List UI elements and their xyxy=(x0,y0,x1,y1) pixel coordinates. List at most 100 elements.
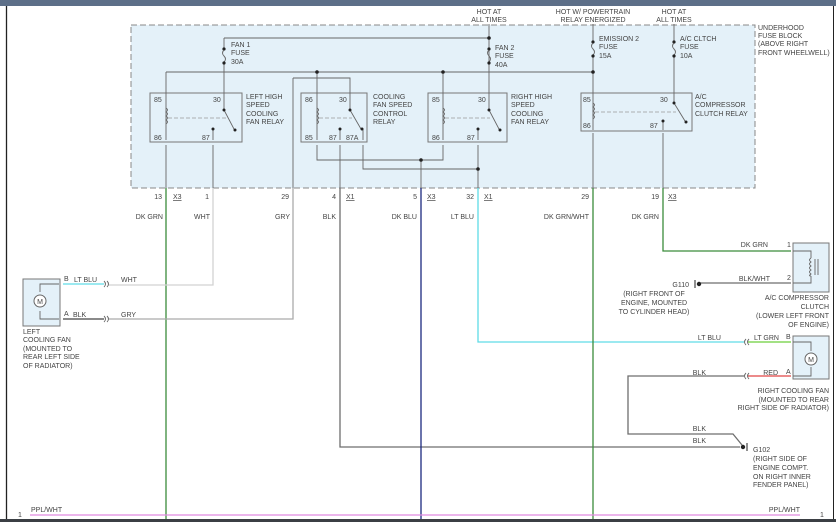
connector-pin: 32 xyxy=(466,194,474,201)
fuse-label: A/C CLTCH xyxy=(680,36,716,43)
relay-pin-label: 87 xyxy=(467,135,475,142)
wire-lt-blu xyxy=(477,188,744,343)
pin-label: 1 xyxy=(820,512,824,519)
relay-pin-label: 85 xyxy=(583,97,591,104)
power-source-label: ALL TIMES xyxy=(656,17,692,24)
wire-color-label: LT BLU xyxy=(74,277,97,284)
relay-label: SPEED xyxy=(246,102,270,109)
relay-label: COOLING xyxy=(373,94,405,101)
power-source-label: RELAY ENERGIZED xyxy=(560,17,625,24)
relay-pin-label: 87A xyxy=(346,135,359,142)
component-caption: RIGHT COOLING FAN xyxy=(758,388,829,395)
component-caption: (LOWER LEFT FRONT xyxy=(756,313,830,320)
fuse-block-label: UNDERHOOD FUSE BLOCK (ABOVE RIGHT FRONT … xyxy=(758,25,830,57)
wire-color-label: DK GRN xyxy=(741,242,768,249)
connector-pin: 1 xyxy=(205,194,209,201)
pin-label: A xyxy=(64,311,69,318)
relay-label: FAN RELAY xyxy=(511,119,549,126)
connector-id: X1 xyxy=(346,194,355,201)
fuse-block-connectors: 13 X3 DK GRN 1 WHT 29 GRY 4 X1 BLK 5 X3 … xyxy=(136,194,677,221)
relay-label: COOLING xyxy=(511,111,543,118)
connector-id: X3 xyxy=(173,194,182,201)
wire-color-label: BLK xyxy=(73,312,87,319)
wire-color-label: BLK xyxy=(323,214,337,221)
connector-id: X3 xyxy=(427,194,436,201)
relay-label: FAN RELAY xyxy=(246,119,284,126)
component-caption: (RIGHT SIDE OF xyxy=(753,456,807,463)
harness-wires xyxy=(30,188,800,522)
wire-color-label: GRY xyxy=(275,214,290,221)
pin-label: B xyxy=(64,276,69,283)
fuse-label: FAN 2 xyxy=(495,45,515,52)
component-caption: (MOUNTED TO xyxy=(23,346,73,353)
power-source-label: HOT W/ POWERTRAIN xyxy=(556,9,630,16)
wire-color-label: LT BLU xyxy=(451,214,474,221)
wire-gry xyxy=(108,188,294,320)
motor-symbol: M xyxy=(37,299,43,306)
connector-pin: 5 xyxy=(413,194,417,201)
component-caption: LEFT xyxy=(23,329,41,336)
component-caption: TO CYLINDER HEAD) xyxy=(619,309,690,316)
fuse-rating: 15A xyxy=(599,53,612,60)
relay-pin-label: 87 xyxy=(650,123,658,130)
relay-pin-label: 86 xyxy=(305,97,313,104)
power-source-label: ALL TIMES xyxy=(471,17,507,24)
pin-label: B xyxy=(786,334,791,341)
relay-pin-label: 86 xyxy=(583,123,591,130)
connector-pin: 19 xyxy=(651,194,659,201)
wire-color-label: BLK/WHT xyxy=(739,276,771,283)
fuse-block-label-line: UNDERHOOD xyxy=(758,25,804,32)
connector-id: X3 xyxy=(668,194,677,201)
component-caption: ENGINE, MOUNTED xyxy=(621,300,687,307)
fuse-block-label-line: FRONT WHEELWELL) xyxy=(758,50,830,57)
wire-wht xyxy=(108,188,214,286)
relay-label: CONTROL xyxy=(373,111,407,118)
component-caption: FENDER PANEL) xyxy=(753,482,809,489)
fuse-label: FUSE xyxy=(680,44,699,51)
wire-color-label: BLK xyxy=(693,438,707,445)
pin-label: 1 xyxy=(787,242,791,249)
ground-g102: BLK BLK G102 (RIGHT SIDE OF ENGINE COMPT… xyxy=(693,426,811,489)
wire-color-label: PPL/WHT xyxy=(769,507,801,514)
ground-icon xyxy=(740,444,746,450)
wire-color-label: LT BLU xyxy=(698,335,721,342)
wire-color-label: BLK xyxy=(693,370,707,377)
ground-name: G102 xyxy=(753,447,770,454)
wire-color-label: RED xyxy=(763,370,778,377)
component-caption: (MOUNTED TO REAR xyxy=(758,397,829,404)
component-caption: OF ENGINE) xyxy=(788,322,829,329)
component-caption: COOLING FAN xyxy=(23,337,71,344)
component-caption: ENGINE COMPT. xyxy=(753,465,808,472)
fuse-label: EMISSION 2 xyxy=(599,36,639,43)
power-source-label: HOT AT xyxy=(477,9,502,16)
wire-color-label: DK GRN xyxy=(632,214,659,221)
fuse-label: FUSE xyxy=(231,50,250,57)
fuse-rating: 30A xyxy=(231,59,244,66)
wire-blk-g102 xyxy=(339,188,740,448)
relay-pin-label: 87 xyxy=(202,135,210,142)
relay-label: LEFT HIGH xyxy=(246,94,282,101)
pin-label: 2 xyxy=(787,275,791,282)
wire-dk-grn-19 xyxy=(662,188,791,252)
component-caption: CLUTCH xyxy=(801,304,829,311)
fuse-label: FUSE xyxy=(599,44,618,51)
relay-pin-label: 30 xyxy=(213,97,221,104)
relay-label: FAN SPEED xyxy=(373,102,412,109)
wire-color-label: DK GRN/WHT xyxy=(544,214,590,221)
wire-color-label: GRY xyxy=(121,312,136,319)
relay-pin-label: 85 xyxy=(305,135,313,142)
relay-pin-label: 86 xyxy=(432,135,440,142)
right-cooling-fan: M B LT BLU LT GRN A BLK RED RIGHT COOLIN… xyxy=(693,334,830,412)
fuse-rating: 40A xyxy=(495,62,508,69)
relay-pin-label: 85 xyxy=(154,97,162,104)
left-cooling-fan: M B LT BLU WHT A BLK GRY LEFT COOLING FA… xyxy=(22,276,138,370)
relay-pin-label: 30 xyxy=(339,97,347,104)
relay-label: RIGHT HIGH xyxy=(511,94,552,101)
relay-label: RELAY xyxy=(373,119,396,126)
motor-symbol: M xyxy=(808,357,814,364)
wire-color-label: PPL/WHT xyxy=(31,507,63,514)
wire-color-label: LT GRN xyxy=(754,335,779,342)
relay-pin-label: 30 xyxy=(660,97,668,104)
ac-compressor-clutch: 1 DK GRN 2 BLK/WHT A/C COMPRESSOR CLUTCH… xyxy=(739,242,830,329)
component-caption: (RIGHT FRONT OF xyxy=(623,291,685,298)
